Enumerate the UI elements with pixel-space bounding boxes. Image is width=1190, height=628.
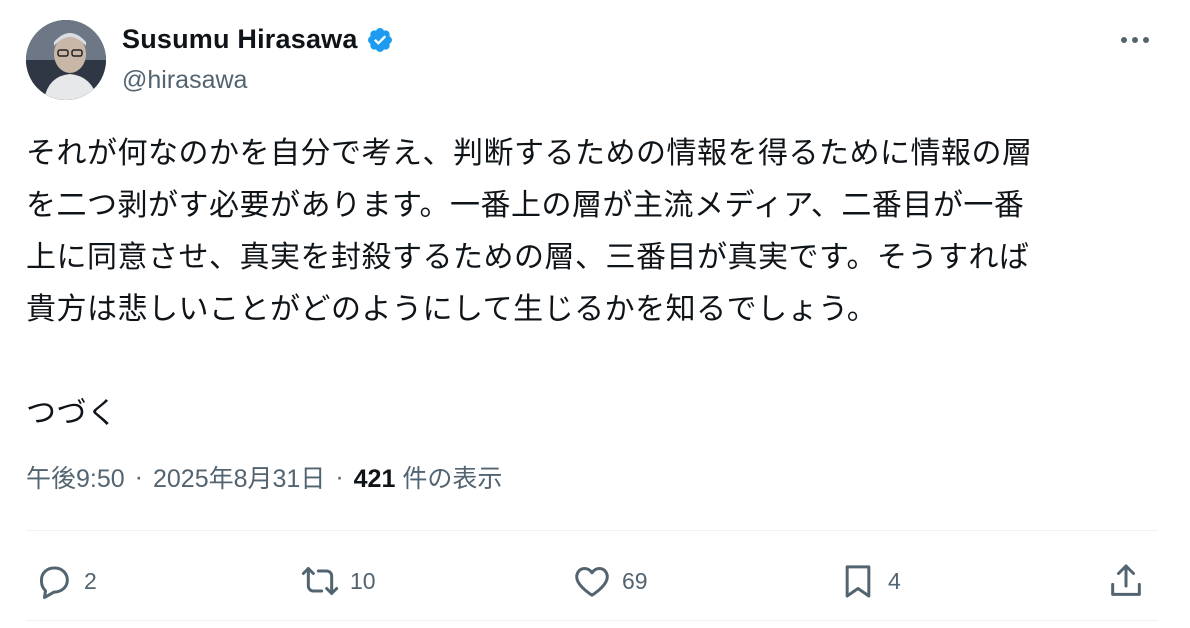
bookmark-button[interactable]: 4 — [838, 556, 901, 606]
display-name[interactable]: Susumu Hirasawa — [122, 24, 358, 55]
reply-button[interactable]: 2 — [34, 556, 97, 606]
tweet-meta: 午後9:50 · 2025年8月31日 · 421 件の表示 — [26, 459, 502, 495]
tweet-text-line: を二つ剥がす必要があります。一番上の層が主流メディア、二番目が一番 — [26, 189, 1025, 222]
divider — [26, 620, 1158, 621]
tweet-text-line: 貴方は悲しいことがどのようにして生じるかを知るでしょう。 — [26, 293, 878, 326]
tweet-text-line: つづく — [26, 397, 118, 430]
author-name-row[interactable]: Susumu Hirasawa — [122, 24, 394, 55]
retweet-icon — [301, 567, 339, 595]
tweet-time[interactable]: 午後9:50 — [26, 459, 125, 495]
tweet-text-line: 上に同意させ、真実を封殺するための層、三番目が真実です。そうすれば — [26, 241, 1030, 274]
tweet-text: それが何なのかを自分で考え、判断するための情報を得るために情報の層 を二つ剥がす… — [26, 128, 1166, 440]
avatar-photo — [26, 20, 106, 100]
tweet-date[interactable]: 2025年8月31日 — [153, 459, 325, 495]
like-button[interactable]: 69 — [572, 556, 648, 606]
like-count: 69 — [622, 567, 648, 594]
bookmark-icon — [845, 565, 871, 598]
views-label: 件の表示 — [402, 465, 503, 493]
retweet-button[interactable]: 10 — [300, 556, 376, 606]
retweet-count: 10 — [350, 567, 376, 594]
meta-separator: · — [134, 462, 143, 491]
tweet-text-line: それが何なのかを自分で考え、判断するための情報を得るために情報の層 — [26, 137, 1033, 170]
share-icon — [1111, 564, 1141, 596]
action-bar: 2 10 69 4 — [0, 556, 1190, 606]
share-button[interactable] — [1106, 556, 1146, 606]
author-handle[interactable]: @hirasawa — [122, 66, 247, 95]
heart-icon — [575, 567, 609, 597]
avatar[interactable] — [26, 20, 106, 100]
more-options-button[interactable] — [1118, 28, 1152, 52]
verified-badge-icon[interactable] — [366, 26, 394, 54]
more-dots-icon — [1121, 37, 1149, 43]
tweet-card: Susumu Hirasawa @hirasawa それが何なのかを自分で考え、… — [0, 0, 1190, 628]
reply-count: 2 — [84, 567, 97, 594]
meta-separator: · — [335, 462, 344, 491]
bookmark-count: 4 — [888, 567, 901, 594]
divider — [26, 530, 1158, 531]
reply-icon — [40, 566, 69, 599]
views-count: 421 — [353, 465, 396, 493]
